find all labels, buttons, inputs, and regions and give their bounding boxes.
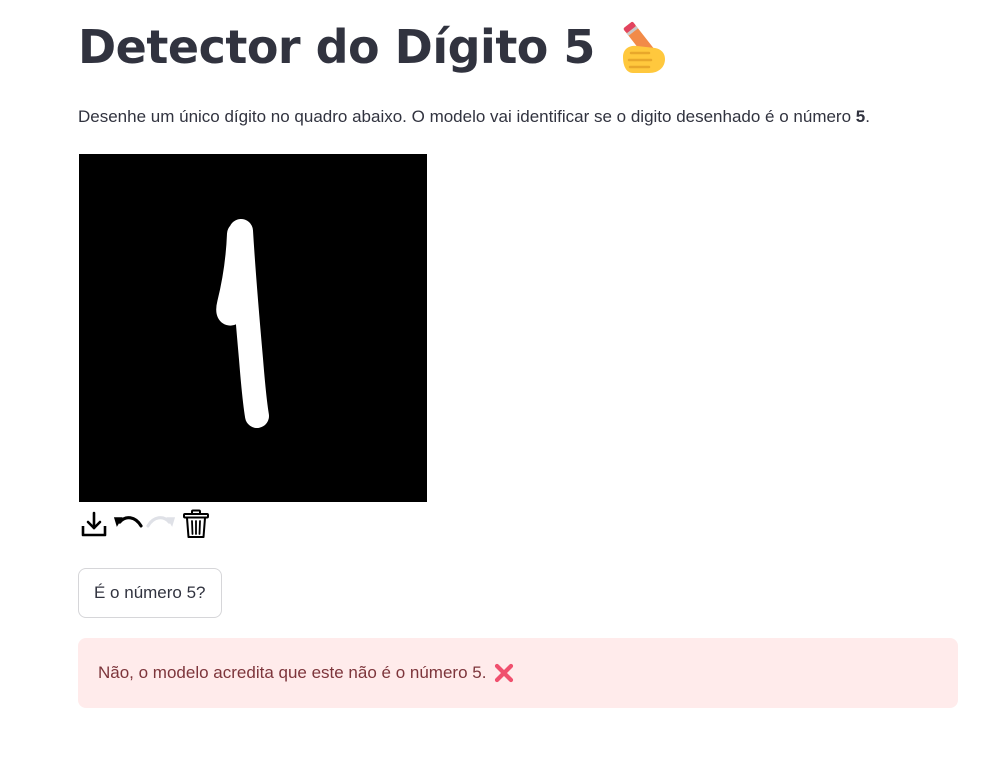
result-alert: Não, o modelo acredita que este não é o … bbox=[78, 638, 958, 708]
instructions-digit: 5 bbox=[855, 107, 866, 126]
instructions-text-end: . bbox=[865, 107, 870, 126]
page-title-text: Detector do Dígito 5 bbox=[78, 20, 595, 74]
download-button[interactable] bbox=[78, 509, 109, 540]
drawing-canvas[interactable] bbox=[79, 154, 427, 502]
check-digit-button[interactable]: É o número 5? bbox=[78, 568, 222, 618]
undo-button[interactable] bbox=[112, 509, 143, 540]
writing-hand-icon bbox=[615, 17, 675, 77]
download-icon bbox=[81, 511, 106, 537]
redo-icon bbox=[146, 516, 176, 528]
trash-icon bbox=[182, 509, 209, 538]
result-message: Não, o modelo acredita que este não é o … bbox=[98, 663, 487, 682]
cross-mark-icon bbox=[494, 663, 514, 683]
app-page: Detector do Dígito 5 Desenhe um único dí… bbox=[0, 0, 996, 763]
clear-canvas-button[interactable] bbox=[180, 509, 211, 540]
page-title: Detector do Dígito 5 bbox=[78, 14, 675, 80]
canvas-toolbar bbox=[78, 508, 211, 540]
instructions-text: Desenhe um único dígito no quadro abaixo… bbox=[78, 104, 870, 130]
redo-button[interactable] bbox=[146, 509, 177, 540]
instructions-text-main: Desenhe um único dígito no quadro abaixo… bbox=[78, 107, 856, 126]
undo-icon bbox=[113, 516, 143, 528]
drawn-digit-stroke bbox=[216, 219, 269, 428]
